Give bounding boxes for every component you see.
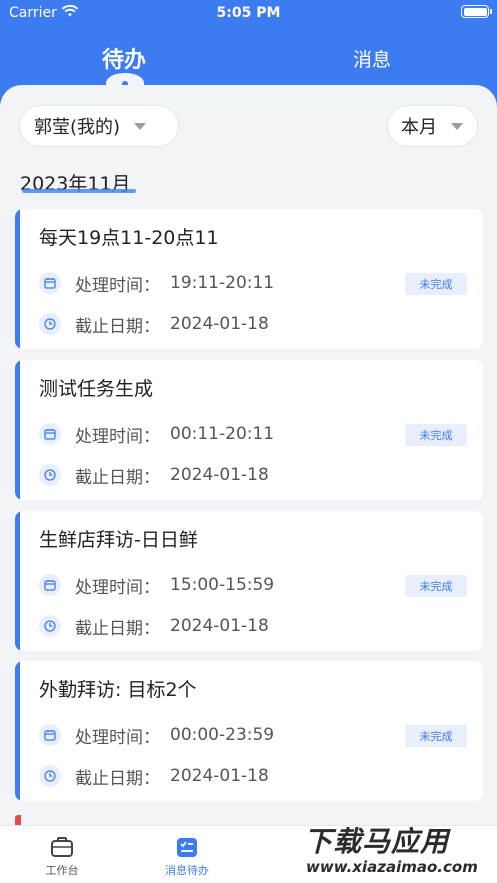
- process-time-row: 处理时间： 00:00-23:59: [39, 723, 275, 748]
- tab-messages[interactable]: 消息: [322, 45, 422, 72]
- tabbar-item-todo[interactable]: 消息待办: [142, 836, 232, 878]
- todo-panel: 郭莹(我的) 本月 2023年11月 每天19点11-20点11 处理时间： 1…: [0, 85, 497, 825]
- process-time-label: 处理时间：: [75, 275, 160, 296]
- checklist-icon: [177, 838, 197, 857]
- process-time-value: 00:00-23:59: [170, 725, 275, 745]
- task-card[interactable]: 测试任务生成 处理时间： 00:11-20:11 未完成 截止日期： 2024-…: [15, 360, 483, 500]
- task-card[interactable]: 生鲜店拜访-日日鲜 处理时间： 15:00-15:59 未完成 截止日期： 20…: [15, 511, 483, 651]
- chevron-down-icon: [134, 122, 147, 130]
- top-tabs: 待办 消息: [0, 38, 497, 88]
- deadline-row: 截止日期： 2024-01-18: [39, 764, 269, 789]
- owner-filter-dropdown[interactable]: 郭莹(我的): [19, 105, 179, 147]
- owner-filter-label: 郭莹(我的): [34, 117, 121, 138]
- watermark-url: www.xiazaimao.com: [306, 858, 478, 876]
- status-bar: Carrier 5:05 PM: [0, 0, 497, 26]
- deadline-value: 2024-01-18: [170, 314, 269, 334]
- deadline-label: 截止日期：: [75, 768, 160, 789]
- status-badge: 未完成: [405, 725, 467, 747]
- task-card[interactable]: 外勤拜访: 目标2个 处理时间： 00:00-23:59 未完成 截止日期： 2…: [15, 661, 483, 801]
- calendar-icon: [39, 423, 61, 445]
- battery-icon: [461, 5, 492, 18]
- deadline-row: 截止日期： 2024-01-18: [39, 463, 269, 488]
- tabbar-item-workbench[interactable]: 工作台: [17, 836, 107, 878]
- watermark-title: 下载马应用: [304, 825, 450, 858]
- status-badge: 未完成: [405, 424, 467, 446]
- period-filter-label: 本月: [401, 117, 437, 138]
- clock: 5:05 PM: [216, 5, 281, 21]
- task-title: 测试任务生成: [39, 378, 154, 400]
- tab-todo[interactable]: 待办: [74, 42, 174, 74]
- clock-icon: [39, 464, 61, 486]
- card-accent-bar: [15, 209, 20, 349]
- deadline-row: 截止日期： 2024-01-18: [39, 312, 269, 337]
- process-time-value: 19:11-20:11: [170, 273, 275, 293]
- card-accent-bar: [15, 360, 20, 500]
- clock-icon: [39, 313, 61, 335]
- clock-icon: [39, 765, 61, 787]
- deadline-value: 2024-01-18: [170, 616, 269, 636]
- briefcase-icon: [51, 837, 73, 857]
- process-time-value: 00:11-20:11: [170, 424, 275, 444]
- process-time-row: 处理时间： 15:00-15:59: [39, 573, 275, 598]
- period-filter-dropdown[interactable]: 本月: [387, 105, 478, 147]
- deadline-value: 2024-01-18: [170, 766, 269, 786]
- tabbar-label-todo: 消息待办: [165, 864, 209, 877]
- process-time-label: 处理时间：: [75, 426, 160, 447]
- watermark: 下载马应用 www.xiazaimao.com: [296, 818, 497, 883]
- deadline-label: 截止日期：: [75, 618, 160, 639]
- chevron-down-icon: [451, 122, 463, 130]
- task-title: 外勤拜访: 目标2个: [39, 679, 197, 701]
- calendar-icon: [39, 272, 61, 294]
- task-title: 生鲜店拜访-日日鲜: [39, 529, 198, 551]
- deadline-label: 截止日期：: [75, 316, 160, 337]
- clock-icon: [39, 615, 61, 637]
- tabbar-label-workbench: 工作台: [45, 864, 79, 877]
- task-title: 每天19点11-20点11: [39, 227, 219, 249]
- process-time-label: 处理时间：: [75, 577, 160, 598]
- deadline-label: 截止日期：: [75, 467, 160, 488]
- month-heading-underline: [22, 189, 136, 193]
- calendar-icon: [39, 724, 61, 746]
- task-card[interactable]: 每天19点11-20点11 处理时间： 19:11-20:11 未完成 截止日期…: [15, 209, 483, 349]
- process-time-value: 15:00-15:59: [170, 575, 275, 595]
- status-badge: 未完成: [405, 273, 467, 295]
- process-time-row: 处理时间： 00:11-20:11: [39, 422, 275, 447]
- deadline-value: 2024-01-18: [170, 465, 269, 485]
- status-badge: 未完成: [405, 575, 467, 597]
- calendar-icon: [39, 574, 61, 596]
- deadline-row: 截止日期： 2024-01-18: [39, 614, 269, 639]
- card-accent-bar: [15, 661, 20, 801]
- process-time-label: 处理时间：: [75, 727, 160, 748]
- card-accent-bar: [15, 511, 20, 651]
- process-time-row: 处理时间： 19:11-20:11: [39, 271, 275, 296]
